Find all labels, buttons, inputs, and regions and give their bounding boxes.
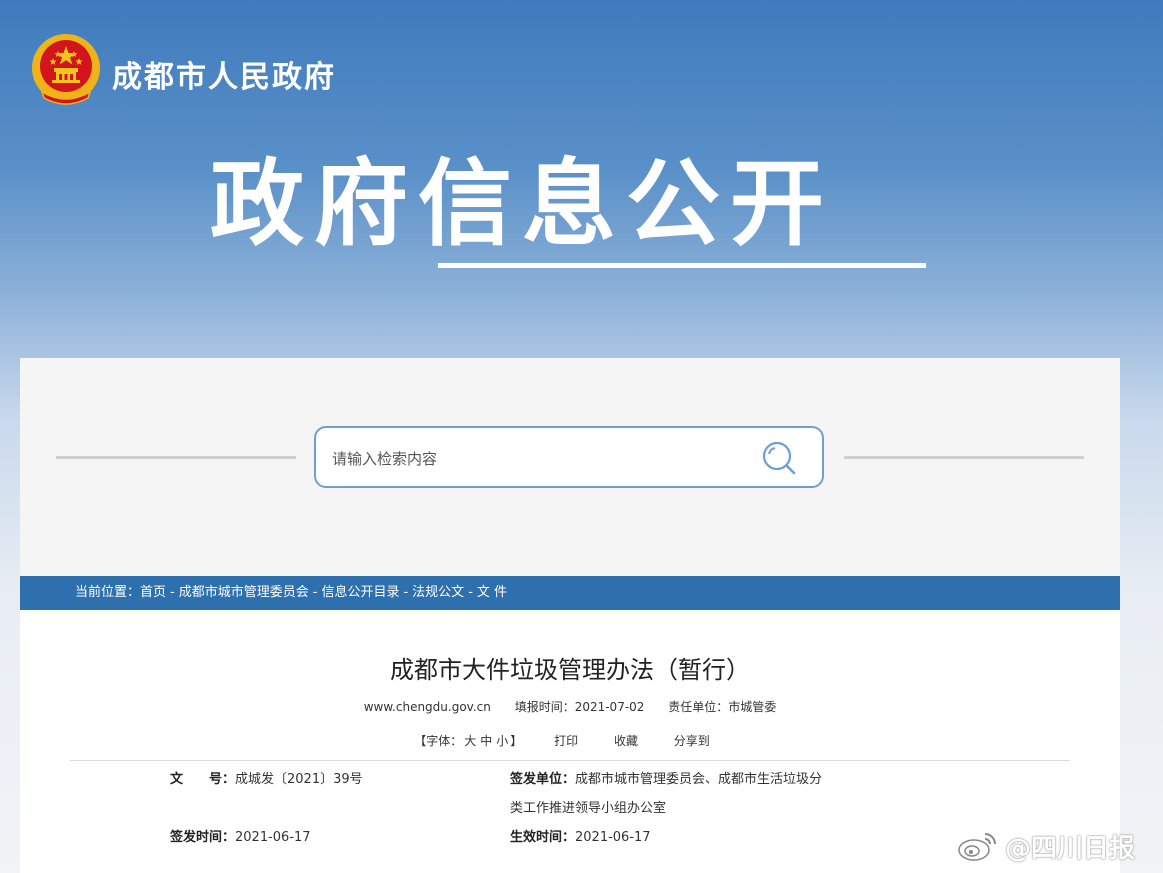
breadcrumb-home[interactable]: 首页 — [140, 585, 166, 600]
font-size-prefix: 【字体： — [414, 734, 463, 748]
content-divider — [70, 760, 1070, 761]
breadcrumb: 当前位置：首页 - 成都市城市管理委员会 - 信息公开目录 - 法规公文 - 文 件 — [20, 576, 1120, 610]
favorite-button[interactable]: 收藏 — [614, 734, 638, 748]
banner-title: 政府信息公开 — [210, 150, 835, 259]
effective-date-row: 生效时间：2021-06-17 — [510, 826, 651, 845]
issuer-value-line2: 类工作推进领导小组办公室 — [510, 801, 667, 816]
breadcrumb-label: 当前位置： — [75, 585, 141, 600]
share-button[interactable]: 分享到 — [674, 734, 710, 748]
breadcrumb-committee[interactable]: 成都市城市管理委员会 — [179, 585, 309, 600]
issuer-value-line1: 成都市城市管理委员会、成都市生活垃圾分 — [575, 772, 823, 787]
watermark: @四川日报 — [955, 826, 1135, 866]
weibo-icon — [958, 833, 996, 861]
search-input[interactable] — [330, 438, 734, 480]
font-size-suffix: 】 — [510, 734, 523, 748]
doc-number-value: 成城发〔2021〕39号 — [235, 772, 363, 787]
effective-date-label: 生效时间： — [510, 830, 576, 845]
document-tools: 【字体：大中小】 打印 收藏 分享到 — [20, 732, 1120, 749]
document-fill-time: 填报时间：2021-07-02 — [514, 700, 645, 714]
search-divider-left — [56, 456, 296, 459]
document-source: www.chengdu.gov.cn — [363, 700, 491, 714]
issue-date-row: 签发时间：2021-06-17 — [170, 826, 311, 845]
watermark-text: @四川日报 — [1005, 833, 1136, 864]
issue-date-label: 签发时间： — [170, 830, 236, 845]
breadcrumb-separator: - — [403, 585, 409, 600]
font-size-small[interactable]: 小 — [496, 734, 508, 748]
site-name[interactable]: 成都市人民政府 — [112, 52, 336, 96]
breadcrumb-info-catalog[interactable]: 信息公开目录 — [321, 585, 399, 600]
breadcrumb-documents[interactable]: 文 件 — [477, 585, 507, 600]
breadcrumb-regulations[interactable]: 法规公文 — [412, 585, 464, 600]
document-responsible-unit: 责任单位：市城管委 — [668, 700, 777, 714]
search-box — [314, 426, 824, 488]
breadcrumb-separator: - — [312, 585, 318, 600]
document-meta: www.chengdu.gov.cn 填报时间：2021-07-02 责任单位：… — [20, 698, 1120, 715]
doc-number-label: 文 号： — [170, 772, 236, 787]
issuer-row-continued: 类工作推进领导小组办公室 — [510, 797, 666, 816]
issuer-row: 签发单位：成都市城市管理委员会、成都市生活垃圾分 — [510, 768, 822, 787]
breadcrumb-separator: - — [170, 585, 175, 600]
document-title: 成都市大件垃圾管理办法（暂行） — [390, 656, 750, 684]
font-size-large[interactable]: 大 — [464, 734, 476, 748]
effective-date-value: 2021-06-17 — [575, 830, 651, 845]
breadcrumb-separator: - — [468, 585, 473, 600]
banner-underline — [438, 263, 926, 268]
font-size-medium[interactable]: 中 — [480, 734, 492, 748]
font-size-control: 【字体：大中小】 — [414, 734, 522, 748]
national-emblem-icon — [32, 34, 100, 105]
doc-number-row: 文 号：成城发〔2021〕39号 — [170, 768, 363, 787]
search-divider-right — [844, 456, 1084, 459]
issue-date-value: 2021-06-17 — [235, 830, 311, 845]
search-icon[interactable] — [760, 439, 800, 477]
print-button[interactable]: 打印 — [554, 734, 578, 748]
site-header: 成都市人民政府 政府信息公开 — [0, 0, 1163, 358]
issuer-label: 签发单位： — [510, 772, 576, 787]
search-panel — [20, 358, 1120, 578]
